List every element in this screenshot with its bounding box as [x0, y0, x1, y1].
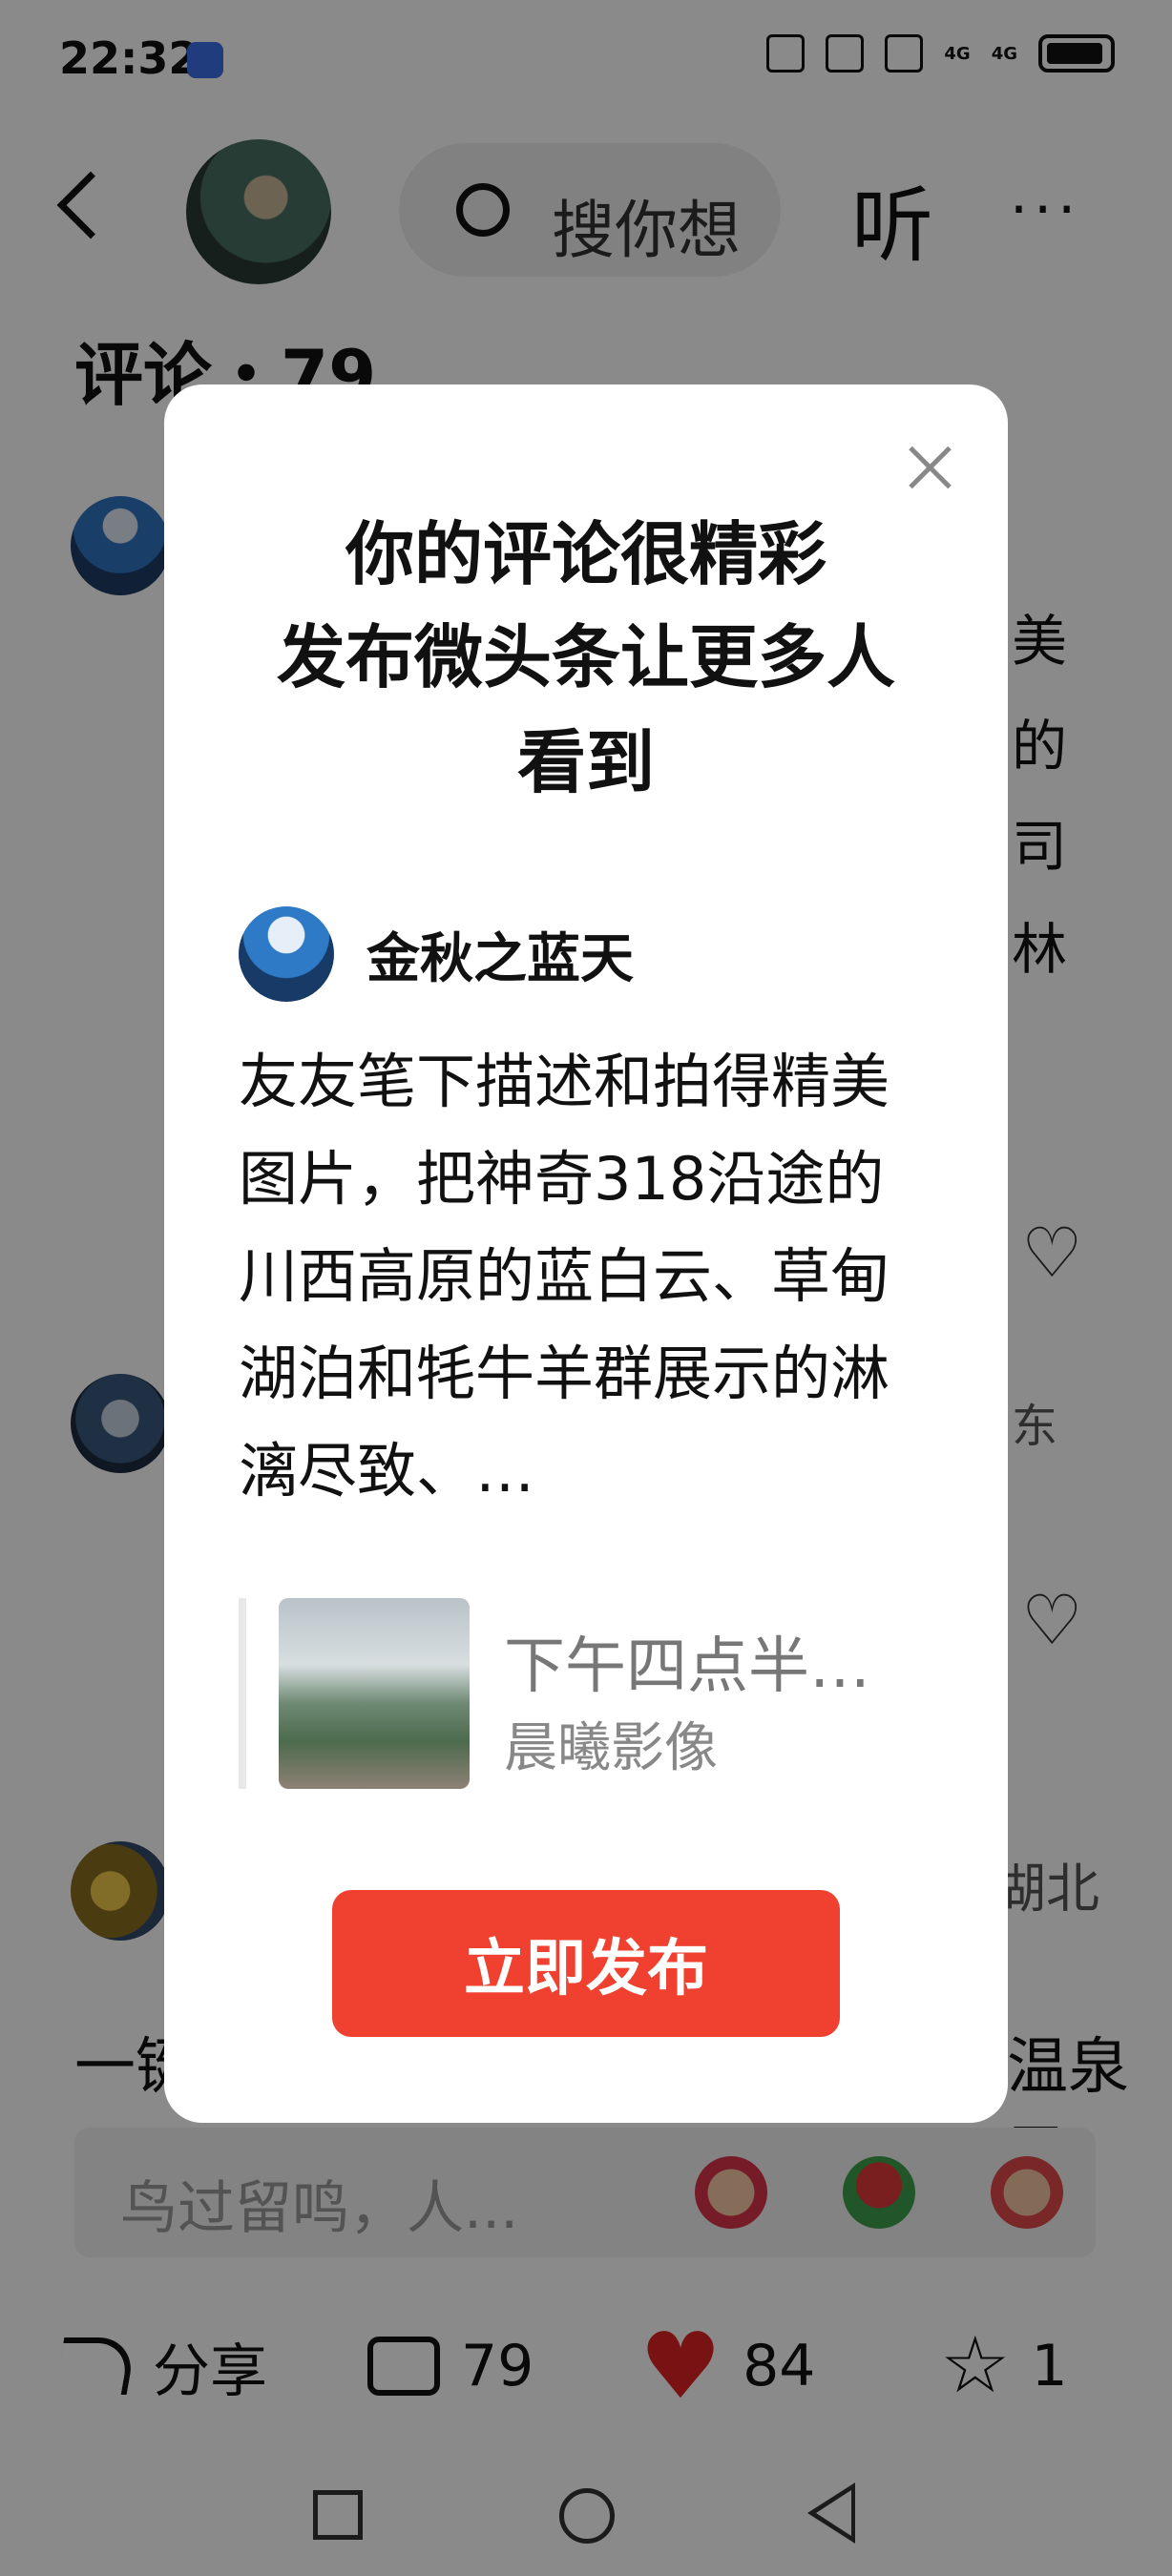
dialog-title-line-2: 发布微头条让更多人 [276, 617, 895, 697]
dialog-title-line-1: 你的评论很精彩 [345, 514, 827, 594]
publish-prompt-dialog: 你的评论很精彩 发布微头条让更多人 看到 金秋之蓝天 友友笔下描述和拍得精美图片… [164, 384, 1008, 2123]
dialog-user: 金秋之蓝天 [239, 904, 634, 1004]
quoted-article-card: 下午四点半… 晨曦影像 [239, 1598, 933, 1789]
dialog-title-line-3: 看到 [516, 722, 655, 802]
username: 金秋之蓝天 [366, 927, 634, 990]
article-title: 下午四点半… [504, 1631, 870, 1702]
comment-preview-text: 友友笔下描述和拍得精美图片，把神奇318沿途的川西高原的蓝白云、草甸湖泊和牦牛羊… [239, 1047, 890, 1506]
publish-now-button[interactable]: 立即发布 [332, 1890, 840, 2037]
article-thumbnail [279, 1598, 470, 1789]
close-icon[interactable] [907, 444, 952, 489]
article-source: 晨曦影像 [504, 1717, 718, 1779]
user-avatar [239, 906, 334, 1002]
